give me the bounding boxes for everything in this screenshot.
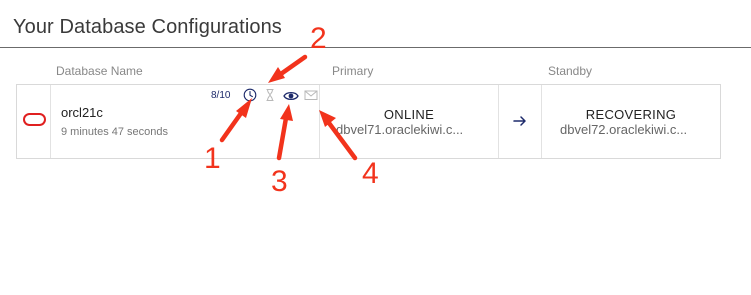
database-name-cell[interactable]: orcl21c 9 minutes 47 seconds 8/10 [51,85,320,158]
column-header-database-name: Database Name [56,64,143,78]
standby-status: RECOVERING [585,107,677,122]
primary-host: dbvel71.oraclekiwi.c... [336,122,464,137]
oracle-logo-icon [23,113,46,126]
hourglass-icon[interactable] [263,88,277,102]
page-title: Your Database Configurations [13,16,282,38]
annotation-arrow-2 [275,54,308,79]
elapsed-time: 9 minutes 47 seconds [61,126,169,138]
standby-host: dbvel72.oraclekiwi.c... [560,122,688,137]
eye-icon[interactable] [283,89,299,103]
column-header-primary: Primary [332,64,374,78]
primary-cell[interactable]: ONLINE dbvel71.oraclekiwi.c... [320,85,499,158]
annotation-label-1: 1 [204,142,221,175]
logo-cell [17,85,51,158]
arrow-right-icon [513,116,526,126]
database-name[interactable]: orcl21c [61,105,103,120]
title-divider [0,47,751,48]
clock-icon[interactable] [243,88,257,102]
standby-cell[interactable]: RECOVERING dbvel72.oraclekiwi.c... [542,85,720,158]
primary-status: ONLINE [383,107,435,122]
annotation-label-3: 3 [271,165,288,198]
annotation-label-2: 2 [310,22,327,55]
replication-arrow-cell [499,85,542,158]
column-header-standby: Standby [548,64,593,78]
check-count: 8/10 [211,90,231,101]
annotation-label-4: 4 [362,157,379,190]
mail-icon[interactable] [304,88,318,102]
database-row[interactable]: orcl21c 9 minutes 47 seconds 8/10 ONLINE… [16,84,721,159]
